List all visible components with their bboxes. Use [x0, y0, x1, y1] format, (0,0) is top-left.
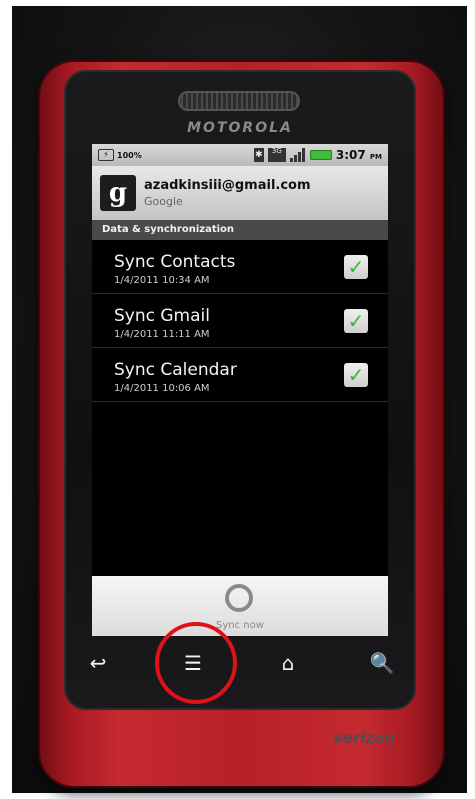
status-bar: ⚡ 100% ✱ 3G 3:07 PM: [92, 144, 388, 166]
account-provider: Google: [144, 195, 183, 208]
section-header: Data & synchronization: [92, 220, 388, 240]
sync-item-contacts[interactable]: Sync Contacts 1/4/2011 10:34 AM ✓: [92, 240, 388, 294]
account-header: g azadkinsiii@gmail.com Google: [92, 166, 388, 220]
home-icon[interactable]: ⌂: [275, 651, 301, 675]
sync-now-button[interactable]: Sync now: [92, 576, 388, 636]
network-icon: 3G: [267, 148, 286, 162]
checkbox-checked-icon[interactable]: ✓: [344, 309, 368, 333]
sync-item-timestamp: 1/4/2011 10:06 AM: [114, 383, 210, 394]
sync-list: Sync Contacts 1/4/2011 10:34 AM ✓ Sync G…: [92, 240, 388, 402]
phone-screen: ⚡ 100% ✱ 3G 3:07 PM g azadkinsiii@gmail.…: [92, 144, 388, 636]
sync-item-timestamp: 1/4/2011 10:34 AM: [114, 275, 210, 286]
refresh-icon: [225, 584, 253, 612]
sync-now-label: Sync now: [216, 620, 264, 631]
checkbox-checked-icon[interactable]: ✓: [344, 363, 368, 387]
account-email: azadkinsiii@gmail.com: [144, 178, 311, 193]
carrier-logo: verizon: [333, 729, 396, 747]
hardware-nav-bar: ↩ ☰ ⌂ 🔍: [80, 643, 400, 683]
back-icon[interactable]: ↩: [85, 651, 111, 675]
battery-icon: [309, 150, 332, 160]
signal-icon: [289, 148, 306, 162]
sync-item-calendar[interactable]: Sync Calendar 1/4/2011 10:06 AM ✓: [92, 348, 388, 402]
sync-item-gmail[interactable]: Sync Gmail 1/4/2011 11:11 AM ✓: [92, 294, 388, 348]
sync-item-label: Sync Contacts: [114, 252, 236, 272]
brand-logo: MOTOROLA: [187, 120, 293, 136]
battery-percent: 100%: [117, 150, 142, 160]
sync-item-label: Sync Calendar: [114, 360, 237, 380]
checkbox-checked-icon[interactable]: ✓: [344, 255, 368, 279]
sync-item-label: Sync Gmail: [114, 306, 210, 326]
earpiece-speaker: [178, 91, 300, 111]
google-logo-icon: g: [100, 175, 136, 211]
search-icon[interactable]: 🔍: [369, 651, 395, 675]
bluetooth-icon: ✱: [253, 148, 264, 162]
sync-item-timestamp: 1/4/2011 11:11 AM: [114, 329, 210, 340]
usb-icon: ⚡: [98, 149, 114, 161]
menu-highlight-circle: [155, 622, 237, 704]
clock: 3:07 PM: [335, 148, 382, 162]
